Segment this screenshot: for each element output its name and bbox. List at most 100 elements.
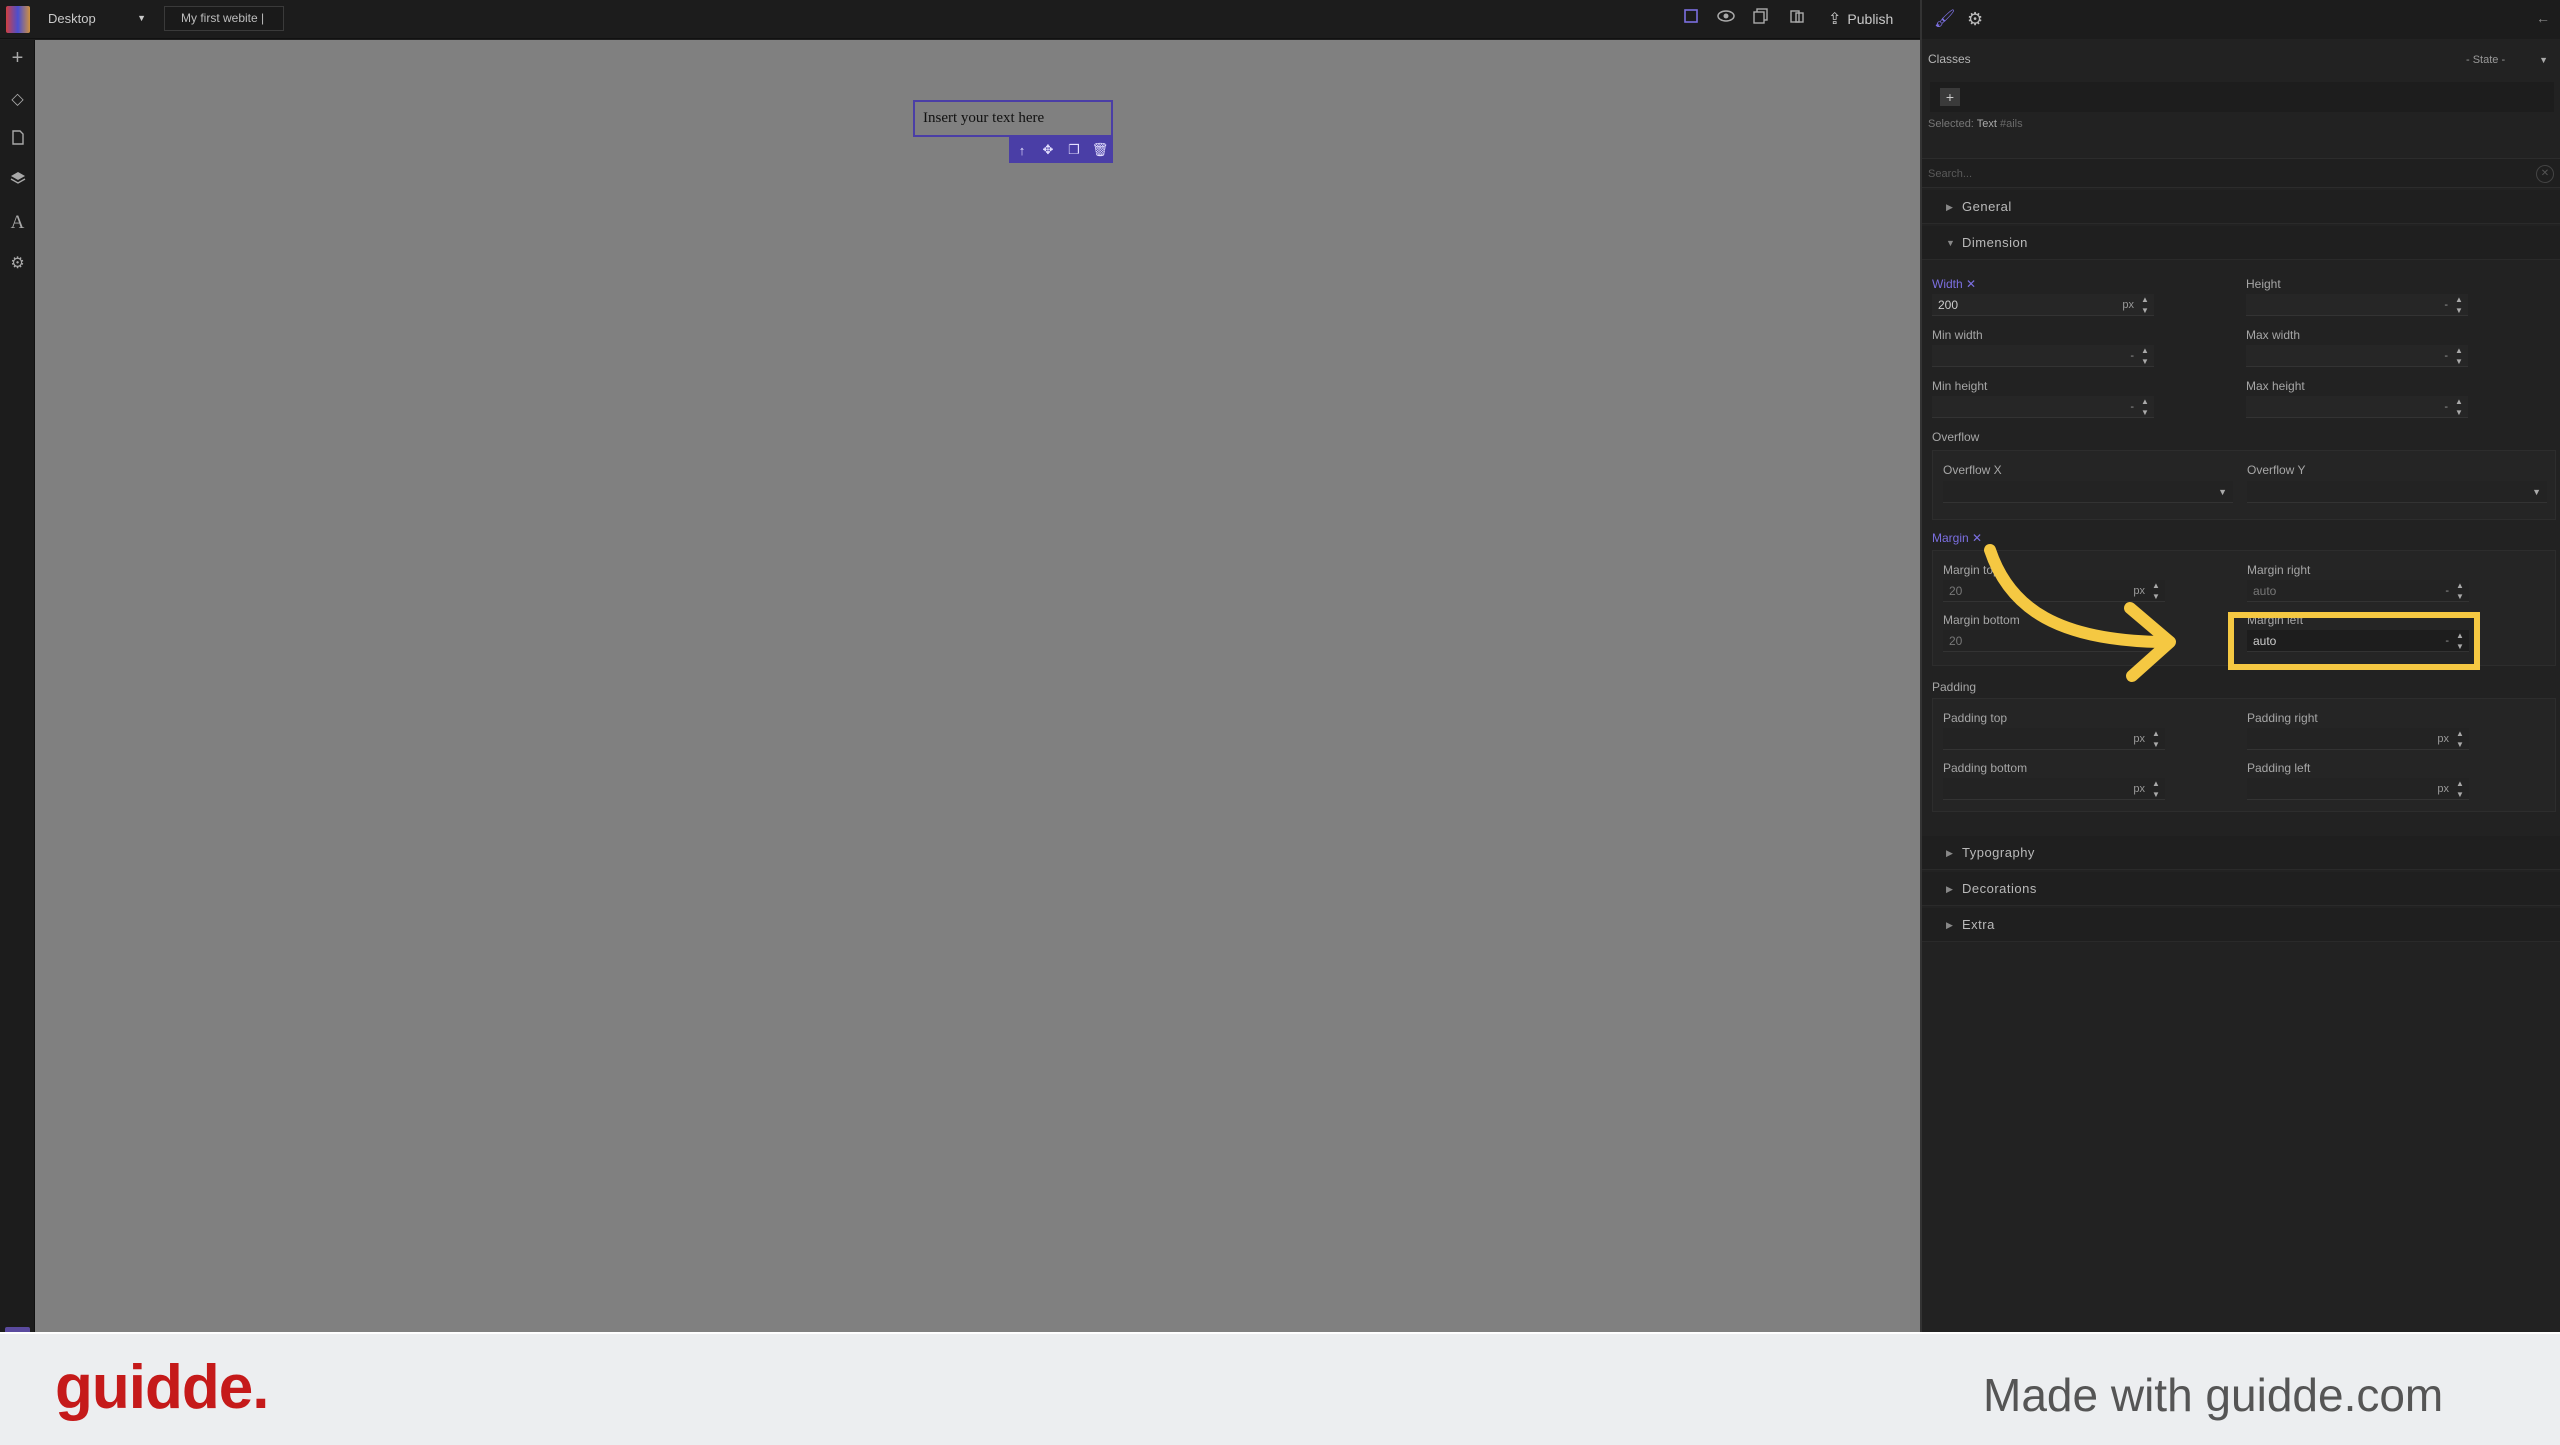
chevron-down-icon: ▼	[2218, 487, 2227, 497]
padding-top-unit[interactable]: px	[2133, 728, 2145, 750]
sector-extra[interactable]: ▶ Extra	[1922, 908, 2560, 942]
made-with-text: Made with guidde.com	[1983, 1369, 2444, 1421]
fullscreen-icon[interactable]	[1750, 8, 1772, 30]
max-width-unit[interactable]: -	[2444, 345, 2448, 367]
margin-label-text: Margin	[1932, 531, 1969, 545]
selected-text-block[interactable]: Insert your text here	[913, 100, 1113, 137]
margin-right-unit[interactable]: -	[2445, 580, 2449, 602]
upload-icon: ⇪	[1828, 11, 1842, 28]
padding-bottom-stepper-icon[interactable]: ▲ ▼	[2151, 778, 2161, 800]
padding-right-field[interactable]: px ▲ ▼	[2247, 728, 2469, 750]
state-select[interactable]: - State - ▼	[2442, 50, 2554, 70]
select-parent-icon[interactable]: ↑	[1012, 143, 1032, 158]
chevron-down-icon: ▼	[2532, 487, 2541, 497]
min-width-unit[interactable]: -	[2130, 345, 2134, 367]
padding-left-field[interactable]: px ▲ ▼	[2247, 778, 2469, 800]
min-width-stepper-icon[interactable]: ▲ ▼	[2140, 345, 2150, 367]
padding-left-stepper-icon[interactable]: ▲ ▼	[2455, 778, 2465, 800]
editor-canvas[interactable]: Insert your text here ↑ ✥ ❐ 🗑	[35, 40, 1920, 1332]
typography-icon[interactable]: A	[6, 211, 29, 234]
site-name-field[interactable]: My first webite |	[164, 6, 284, 31]
add-class-button[interactable]: +	[1940, 88, 1960, 106]
publish-label: Publish	[1847, 11, 1894, 27]
height-field[interactable]: - ▲ ▼	[2246, 294, 2468, 316]
sector-extra-label: Extra	[1962, 917, 1995, 932]
sector-typography[interactable]: ▶ Typography	[1922, 836, 2560, 870]
trait-settings-icon[interactable]: ⚙	[1967, 8, 1989, 30]
margin-right-stepper-icon[interactable]: ▲ ▼	[2455, 580, 2465, 602]
min-height-stepper-icon[interactable]: ▲ ▼	[2140, 396, 2150, 418]
clear-width-icon[interactable]: ✕	[1966, 277, 1976, 291]
margin-top-value: 20	[1949, 584, 1963, 598]
padding-right-stepper-icon[interactable]: ▲ ▼	[2455, 728, 2465, 750]
element-toolbar: ↑ ✥ ❐ 🗑	[1009, 137, 1113, 163]
pages-icon[interactable]	[6, 129, 29, 152]
publish-button[interactable]: ⇪ Publish	[1828, 8, 1893, 30]
guidde-footer: guidde. Made with guidde.com	[0, 1332, 2560, 1445]
collapse-arrow-icon[interactable]: ←	[2536, 10, 2550, 26]
padding-left-label: Padding left	[2247, 761, 2311, 775]
margin-right-label: Margin right	[2247, 563, 2311, 577]
selected-id: #ails	[1999, 118, 2023, 130]
margin-right-field[interactable]: auto - ▲ ▼	[2247, 580, 2469, 602]
padding-top-field[interactable]: px ▲ ▼	[1943, 728, 2165, 750]
sector-decorations[interactable]: ▶ Decorations	[1922, 872, 2560, 906]
caret-down-icon: ▼	[1946, 238, 1956, 248]
settings-cogs-icon[interactable]: ⚙	[6, 252, 29, 275]
padding-bottom-label: Padding bottom	[1943, 761, 2028, 775]
chevron-down-icon: ▼	[2539, 55, 2548, 65]
sector-dimension-label: Dimension	[1962, 235, 2028, 250]
selected-name: Text	[1976, 118, 1997, 130]
min-height-field[interactable]: - ▲ ▼	[1932, 396, 2154, 418]
layers-icon[interactable]	[6, 170, 29, 193]
padding-right-label: Padding right	[2247, 711, 2318, 725]
panel-tabs: 🖌 ⚙ ←	[1922, 0, 2560, 39]
clone-icon[interactable]: ❐	[1064, 142, 1084, 158]
overflow-x-label: Overflow X	[1943, 463, 2002, 477]
preview-eye-icon[interactable]	[1715, 8, 1737, 30]
padding-left-unit[interactable]: px	[2437, 778, 2449, 800]
overflow-x-select[interactable]: ▼	[1943, 481, 2233, 503]
overflow-label: Overflow	[1932, 430, 1980, 444]
padding-top-label: Padding top	[1943, 711, 2008, 725]
width-stepper-icon[interactable]: ▲ ▼	[2140, 294, 2150, 316]
height-unit[interactable]: -	[2444, 294, 2448, 316]
max-height-field[interactable]: - ▲ ▼	[2246, 396, 2468, 418]
export-code-icon[interactable]	[1786, 8, 1808, 30]
max-width-field[interactable]: - ▲ ▼	[2246, 345, 2468, 367]
overflow-y-select[interactable]: ▼	[2247, 481, 2547, 503]
sector-dimension[interactable]: ▼ Dimension	[1922, 226, 2560, 260]
component-outline-icon[interactable]	[1680, 8, 1702, 30]
width-field[interactable]: 200 px ▲ ▼	[1932, 294, 2154, 316]
style-brush-icon[interactable]: 🖌	[1934, 8, 1956, 30]
padding-top-stepper-icon[interactable]: ▲ ▼	[2151, 728, 2161, 750]
padding-bottom-unit[interactable]: px	[2133, 778, 2145, 800]
move-icon[interactable]: ✥	[1038, 142, 1058, 158]
width-unit[interactable]: px	[2122, 294, 2134, 316]
delete-icon[interactable]: 🗑	[1090, 142, 1110, 158]
caret-right-icon: ▶	[1946, 202, 1954, 212]
padding-bottom-field[interactable]: px ▲ ▼	[1943, 778, 2165, 800]
sector-general-label: General	[1962, 199, 2012, 214]
min-height-label: Min height	[1932, 379, 1988, 393]
max-height-label: Max height	[2246, 379, 2305, 393]
height-stepper-icon[interactable]: ▲ ▼	[2454, 294, 2464, 316]
classes-label: Classes	[1928, 52, 1971, 66]
selected-info: Selected: Text #ails	[1928, 118, 2023, 130]
classes-box: +	[1930, 82, 2554, 112]
diamond-icon[interactable]: ◇	[6, 88, 29, 111]
search-input[interactable]	[1926, 165, 2486, 183]
min-width-field[interactable]: - ▲ ▼	[1932, 345, 2154, 367]
max-height-stepper-icon[interactable]: ▲ ▼	[2454, 396, 2464, 418]
highlight-box	[2228, 612, 2480, 670]
max-height-unit[interactable]: -	[2444, 396, 2448, 418]
padding-right-unit[interactable]: px	[2437, 728, 2449, 750]
max-width-stepper-icon[interactable]: ▲ ▼	[2454, 345, 2464, 367]
sector-general[interactable]: ▶ General	[1922, 190, 2560, 224]
guidde-logo: guidde.	[55, 1353, 269, 1422]
add-block-icon[interactable]: +	[6, 47, 29, 70]
min-height-unit[interactable]: -	[2130, 396, 2134, 418]
left-rail: + ◇ A ⚙ 🔔	[0, 40, 35, 1354]
clear-search-icon[interactable]: ✕	[2536, 165, 2554, 183]
device-select[interactable]: Desktop ▼	[40, 6, 152, 31]
